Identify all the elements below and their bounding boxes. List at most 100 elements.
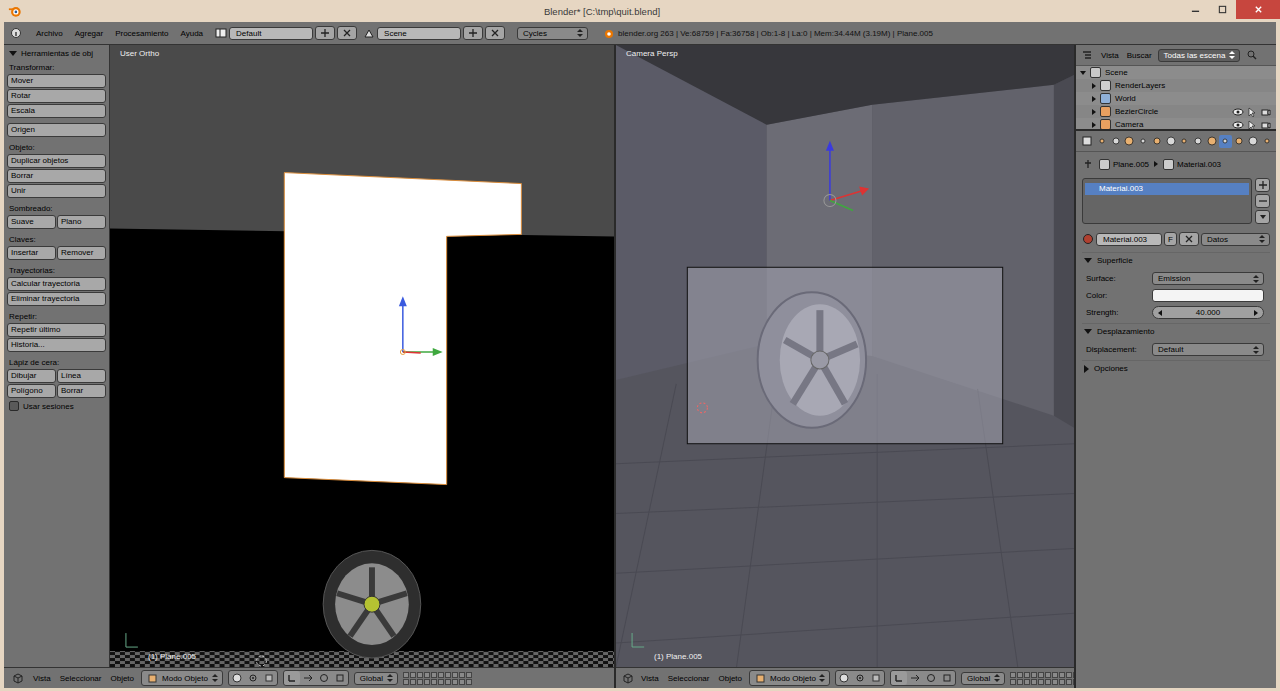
panel-header[interactable]: Desplazamiento [1082, 323, 1270, 339]
layer-button[interactable] [459, 672, 465, 678]
layer-button[interactable] [1066, 679, 1072, 685]
add-scene-button[interactable] [463, 26, 483, 40]
layer-button[interactable] [452, 672, 458, 678]
context-tab[interactable] [1178, 135, 1191, 148]
fake-user-button[interactable]: F [1164, 232, 1177, 246]
material-slot[interactable]: Material.003 [1085, 183, 1249, 195]
cursor-icon[interactable] [1246, 119, 1258, 130]
mode-dropdown[interactable]: Modo Objeto [749, 670, 830, 686]
manipulator-button[interactable] [891, 671, 907, 685]
layer-button[interactable] [431, 672, 437, 678]
layer-button[interactable] [1059, 672, 1065, 678]
tool-button[interactable]: Remover [57, 246, 106, 260]
outliner-item[interactable]: World [1076, 92, 1276, 105]
context-tab[interactable] [1205, 135, 1218, 148]
tool-button[interactable]: Suave [7, 215, 56, 229]
panel-header[interactable]: Opciones [1082, 360, 1270, 376]
translate-button[interactable] [300, 671, 316, 685]
layer-button[interactable] [438, 672, 444, 678]
outliner-item[interactable]: RenderLayers [1076, 79, 1276, 92]
minimize-button[interactable] [1182, 0, 1209, 19]
tool-button[interactable]: Eliminar trayectoria [7, 292, 106, 306]
layer-button[interactable] [403, 672, 409, 678]
unlink-button[interactable] [1179, 232, 1199, 246]
context-tab[interactable] [1137, 135, 1150, 148]
occlude-button[interactable] [261, 671, 277, 685]
layer-button[interactable] [1031, 679, 1037, 685]
camera-icon[interactable] [1260, 106, 1272, 118]
layer-button[interactable] [1045, 679, 1051, 685]
tool-shelf-header[interactable]: Herramientas de obj [7, 47, 106, 62]
orientation-dropdown[interactable]: Global [961, 672, 1005, 685]
pivot-button[interactable] [245, 671, 261, 685]
outliner-item[interactable]: Scene [1076, 66, 1276, 79]
layer-button[interactable] [1073, 672, 1074, 678]
expand-arrow-icon[interactable] [1092, 122, 1096, 128]
expand-arrow-icon[interactable] [1092, 96, 1096, 102]
context-tab[interactable] [1233, 135, 1246, 148]
add-layout-button[interactable] [315, 26, 335, 40]
number-field[interactable]: 40.000 [1152, 306, 1264, 319]
viewport-menu[interactable]: Vista [639, 673, 661, 684]
context-tab[interactable] [1151, 135, 1164, 148]
layer-button[interactable] [1010, 672, 1016, 678]
increment-arrow-icon[interactable] [1254, 310, 1258, 316]
outliner-menu[interactable]: Vista [1099, 50, 1121, 61]
tool-button[interactable]: Origen [7, 123, 106, 137]
decrement-arrow-icon[interactable] [1158, 310, 1162, 316]
layer-button[interactable] [445, 679, 451, 685]
scene-field[interactable]: Scene [377, 27, 461, 40]
layer-button[interactable] [403, 679, 409, 685]
editor-type-button[interactable] [8, 26, 24, 40]
tool-button[interactable]: Historia... [7, 338, 106, 352]
pin-icon[interactable] [1082, 158, 1094, 170]
manipulator-button[interactable] [284, 671, 300, 685]
scale-button[interactable] [939, 671, 955, 685]
layer-button[interactable] [459, 679, 465, 685]
panel-header[interactable]: Superficie [1082, 252, 1270, 268]
editor-type-button[interactable] [10, 671, 26, 685]
delete-scene-button[interactable] [485, 26, 505, 40]
tool-button[interactable]: Borrar [7, 169, 106, 183]
layer-button[interactable] [1038, 679, 1044, 685]
layer-button[interactable] [1052, 672, 1058, 678]
shading-button[interactable] [836, 671, 852, 685]
expand-arrow-icon[interactable] [1092, 83, 1096, 89]
tool-button[interactable]: Borrar [57, 384, 106, 398]
tool-button[interactable]: Insertar [7, 246, 56, 260]
menu-item[interactable]: Ayuda [179, 28, 206, 39]
layer-button[interactable] [431, 679, 437, 685]
pivot-button[interactable] [852, 671, 868, 685]
viewport-menu[interactable]: Seleccionar [58, 673, 104, 684]
viewport-menu[interactable]: Objeto [716, 673, 744, 684]
orientation-dropdown[interactable]: Global [354, 672, 398, 685]
remove-slot-button[interactable] [1255, 194, 1270, 208]
layer-button[interactable] [1073, 679, 1074, 685]
layer-button[interactable] [424, 679, 430, 685]
camera-icon[interactable] [1260, 119, 1272, 130]
shading-button[interactable] [229, 671, 245, 685]
tool-button[interactable]: Mover [7, 74, 106, 88]
layer-button[interactable] [438, 679, 444, 685]
layer-button[interactable] [1017, 672, 1023, 678]
layer-button[interactable] [424, 672, 430, 678]
layer-button[interactable] [1017, 679, 1023, 685]
layer-button[interactable] [1038, 672, 1044, 678]
tool-button[interactable]: Duplicar objetos [7, 154, 106, 168]
tool-button[interactable]: Unir [7, 184, 106, 198]
viewport-menu[interactable]: Seleccionar [666, 673, 712, 684]
context-tab[interactable] [1192, 135, 1205, 148]
context-tab[interactable] [1096, 135, 1109, 148]
outliner-item[interactable]: BezierCircle [1076, 105, 1276, 118]
3d-viewport[interactable]: Camera Persp (1) Plane.005 [616, 45, 1074, 667]
property-dropdown[interactable]: Default [1152, 343, 1264, 356]
property-dropdown[interactable]: Emission [1152, 272, 1264, 285]
layer-button[interactable] [1024, 679, 1030, 685]
context-tab[interactable] [1109, 135, 1122, 148]
layer-button[interactable] [1010, 679, 1016, 685]
screen-layout-field[interactable]: Default [229, 27, 313, 40]
material-name-field[interactable]: Material.003 [1096, 233, 1162, 246]
expand-arrow-icon[interactable] [1092, 109, 1096, 115]
layer-button[interactable] [410, 679, 416, 685]
editor-type-button[interactable] [622, 671, 634, 685]
